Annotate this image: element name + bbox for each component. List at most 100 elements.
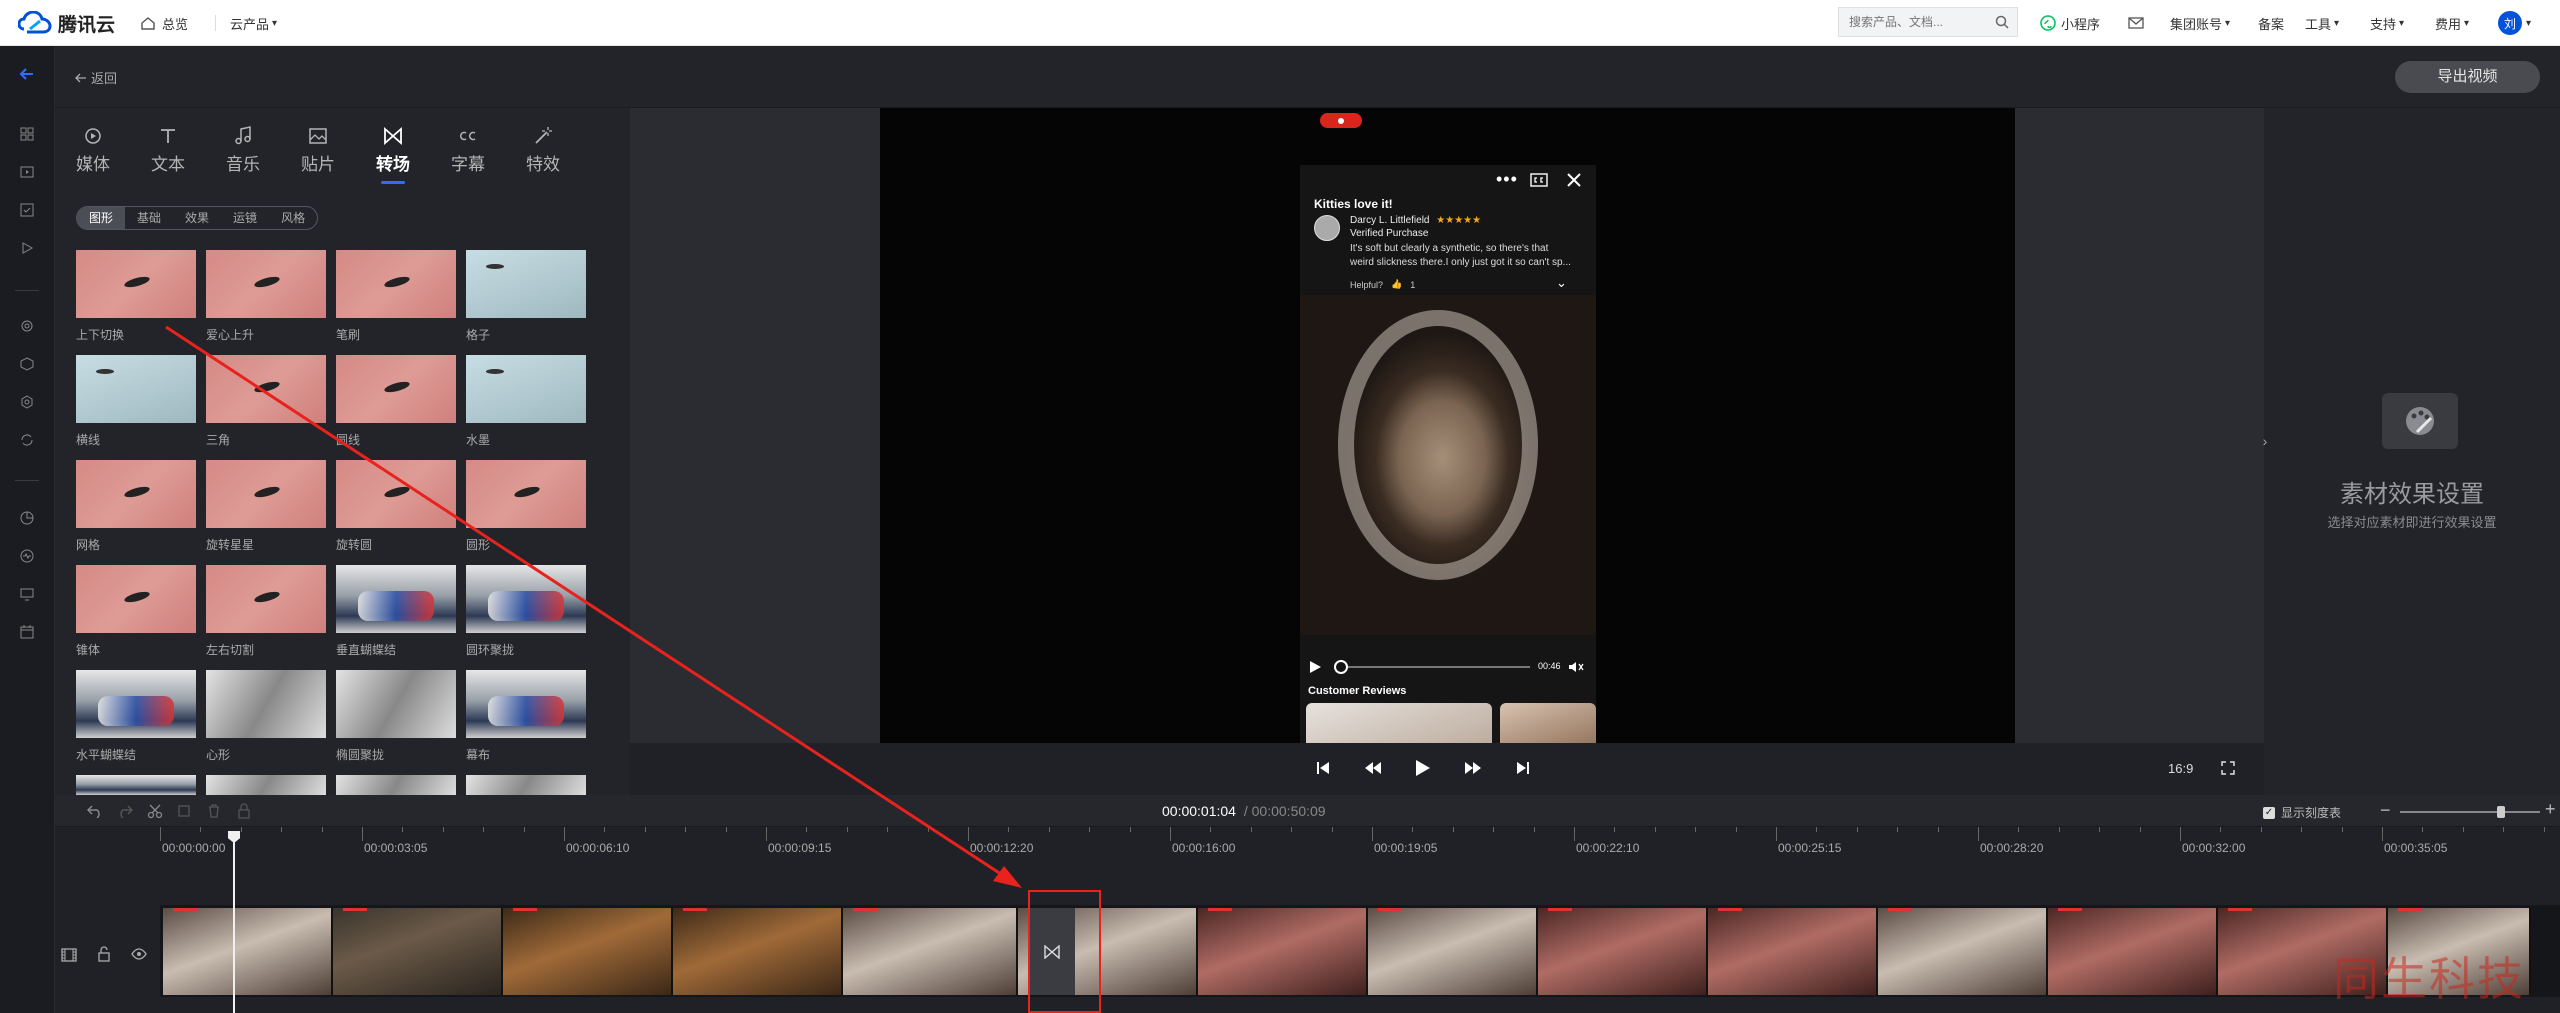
sidenav-settings[interactable] <box>17 392 37 412</box>
unlock-icon[interactable] <box>97 946 111 962</box>
transition-thumbnail[interactable] <box>336 355 456 423</box>
fullscreen-button[interactable] <box>2213 753 2243 783</box>
show-scale-toggle[interactable]: ✓ 显示刻度表 <box>2263 804 2341 821</box>
zoom-slider[interactable] <box>2400 806 2540 818</box>
sidenav-dashboard[interactable] <box>17 124 37 144</box>
sidenav-media[interactable] <box>17 162 37 182</box>
transition-thumbnail[interactable] <box>206 670 326 738</box>
tab-subtitle[interactable]: 字幕 <box>438 122 498 175</box>
chevron-down-icon[interactable]: ⌄ <box>1556 275 1567 291</box>
transition-thumbnail[interactable] <box>76 670 196 738</box>
billing-dropdown[interactable]: 费用 ▾ <box>2435 0 2469 46</box>
undo-icon[interactable] <box>87 804 103 818</box>
crop-icon[interactable] <box>177 804 191 818</box>
sidenav-play[interactable] <box>17 238 37 258</box>
sidenav-stats[interactable] <box>17 508 37 528</box>
skip-start-button[interactable] <box>1308 753 1338 783</box>
nav-overview[interactable]: 总览 <box>140 0 188 46</box>
transition-thumbnail[interactable] <box>466 565 586 633</box>
filter-chip[interactable]: 图形 <box>77 207 126 229</box>
transition-thumbnail[interactable] <box>466 355 586 423</box>
transition-thumbnail[interactable] <box>76 775 196 795</box>
video-clip[interactable] <box>1878 908 2048 995</box>
video-clip[interactable] <box>1708 908 1878 995</box>
back-button[interactable]: 返回 <box>75 68 117 87</box>
delete-icon[interactable] <box>207 804 221 818</box>
sidenav-screen[interactable] <box>17 584 37 604</box>
playhead[interactable] <box>228 831 240 1013</box>
transition-thumbnail[interactable] <box>76 460 196 528</box>
filter-chip[interactable]: 运镜 <box>221 207 269 229</box>
collapse-back-button[interactable] <box>17 64 37 84</box>
transition-thumbnail[interactable] <box>206 460 326 528</box>
mail-button[interactable] <box>2128 0 2144 46</box>
tab-music[interactable]: 音乐 <box>213 122 273 175</box>
video-clip[interactable] <box>333 908 503 995</box>
sidenav-tasks[interactable] <box>17 200 37 220</box>
beian-link[interactable]: 备案 <box>2258 0 2284 46</box>
transition-thumbnail[interactable] <box>206 355 326 423</box>
volume-icon[interactable] <box>1568 660 1584 674</box>
video-clip[interactable] <box>2048 908 2218 995</box>
sidenav-cloud[interactable] <box>17 316 37 336</box>
video-clip[interactable] <box>1368 908 1538 995</box>
tab-effects[interactable]: 特效 <box>513 122 573 175</box>
brand-logo[interactable]: 腾讯云 <box>18 0 115 46</box>
transition-thumbnail[interactable] <box>336 565 456 633</box>
tools-dropdown[interactable]: 工具 ▾ <box>2305 0 2339 46</box>
checkbox-checked-icon[interactable]: ✓ <box>2263 806 2275 819</box>
rewind-button[interactable] <box>1358 753 1388 783</box>
skip-end-button[interactable] <box>1508 753 1538 783</box>
sidenav-calendar[interactable] <box>17 622 37 642</box>
filter-chip[interactable]: 效果 <box>173 207 221 229</box>
search-icon[interactable] <box>1995 15 2009 29</box>
lock-icon[interactable] <box>237 803 251 819</box>
sidenav-cube[interactable] <box>17 354 37 374</box>
film-strip-icon[interactable] <box>61 947 77 963</box>
play-icon[interactable] <box>1308 660 1322 674</box>
play-button[interactable] <box>1408 753 1438 783</box>
sidenav-monitor[interactable] <box>17 546 37 566</box>
tab-sticker[interactable]: 贴片 <box>288 122 348 175</box>
aspect-ratio-button[interactable]: 16:9 <box>2168 761 2193 776</box>
mini-program-link[interactable]: 小程序 <box>2040 0 2100 46</box>
redo-icon[interactable] <box>117 804 133 818</box>
transition-thumbnail[interactable] <box>336 250 456 318</box>
fast-forward-button[interactable] <box>1458 753 1488 783</box>
scrubber-knob[interactable] <box>1334 660 1348 674</box>
search-input[interactable] <box>1839 8 1989 36</box>
filter-chip[interactable]: 基础 <box>125 207 173 229</box>
support-dropdown[interactable]: 支持 ▾ <box>2370 0 2404 46</box>
video-clip[interactable] <box>503 908 673 995</box>
transition-thumbnail[interactable] <box>336 670 456 738</box>
zoom-in-icon[interactable]: + <box>2545 799 2556 820</box>
export-video-button[interactable]: 导出视频 <box>2395 61 2540 93</box>
video-clip[interactable] <box>1198 908 1368 995</box>
scissors-icon[interactable] <box>147 803 163 819</box>
transition-thumbnail[interactable] <box>76 250 196 318</box>
transition-thumbnail[interactable] <box>466 670 586 738</box>
transition-thumbnail[interactable] <box>466 460 586 528</box>
transition-thumbnail[interactable] <box>206 250 326 318</box>
video-scrubber[interactable] <box>1334 660 1530 674</box>
video-clip[interactable] <box>673 908 843 995</box>
video-clip[interactable] <box>163 908 333 995</box>
video-clip[interactable] <box>1538 908 1708 995</box>
sidenav-sync[interactable] <box>17 430 37 450</box>
transition-thumbnail[interactable] <box>206 775 326 795</box>
nav-products-dropdown[interactable]: 云产品 ▾ <box>230 0 277 46</box>
tab-transition[interactable]: 转场 <box>363 122 423 184</box>
transition-thumbnail[interactable] <box>336 460 456 528</box>
transition-thumbnail[interactable] <box>76 355 196 423</box>
transition-thumbnail[interactable] <box>466 250 586 318</box>
zoom-slider-knob[interactable] <box>2496 806 2505 818</box>
transition-thumbnail[interactable] <box>76 565 196 633</box>
collapse-panel-button[interactable]: › <box>2258 426 2272 456</box>
user-menu[interactable]: 刘 ▾ <box>2498 0 2531 46</box>
transition-thumbnail[interactable] <box>336 775 456 795</box>
zoom-out-icon[interactable]: − <box>2380 800 2391 821</box>
tab-media[interactable]: 媒体 <box>63 122 123 175</box>
transition-thumbnail[interactable] <box>206 565 326 633</box>
group-account-dropdown[interactable]: 集团账号 ▾ <box>2170 0 2230 46</box>
tab-text[interactable]: 文本 <box>138 122 198 175</box>
